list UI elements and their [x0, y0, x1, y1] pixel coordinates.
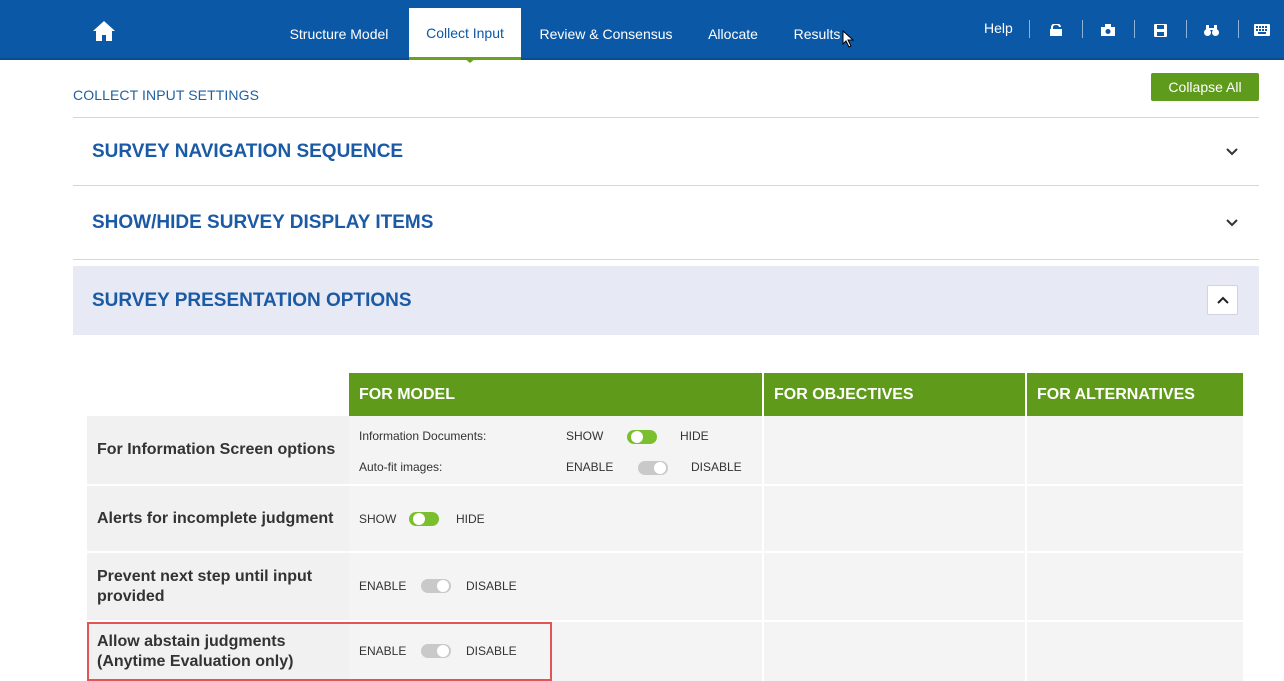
auto-fit-images-toggle[interactable]	[638, 461, 668, 475]
column-header-for-objectives: FOR OBJECTIVES	[764, 373, 1025, 416]
option-name: Information Documents:	[359, 429, 487, 443]
section-survey-navigation-sequence[interactable]: SURVEY NAVIGATION SEQUENCE	[73, 117, 1259, 185]
chevron-down-icon[interactable]	[1225, 145, 1239, 159]
tab-structure-model[interactable]: Structure Model	[278, 8, 400, 60]
active-tab-indicator	[464, 58, 476, 63]
table-cell	[1027, 486, 1243, 551]
toggle-right-label: HIDE	[456, 512, 485, 526]
column-header-for-alternatives: FOR ALTERNATIVES	[1027, 373, 1243, 416]
table-cell	[764, 416, 1025, 484]
mouse-cursor-icon	[842, 30, 855, 48]
toggle-left-label: ENABLE	[359, 644, 407, 658]
allow-abstain-toggle[interactable]	[421, 644, 451, 658]
section-survey-presentation-options[interactable]: SURVEY PRESENTATION OPTIONS	[73, 266, 1259, 335]
information-documents-toggle[interactable]	[627, 430, 657, 444]
section-show-hide-survey-display-items[interactable]: SHOW/HIDE SURVEY DISPLAY ITEMS	[73, 185, 1259, 259]
binoculars-icon[interactable]	[1201, 20, 1221, 40]
tab-allocate[interactable]: Allocate	[697, 8, 769, 60]
section-title: SURVEY PRESENTATION OPTIONS	[92, 289, 412, 311]
section-title: SURVEY NAVIGATION SEQUENCE	[92, 140, 404, 162]
unlock-icon[interactable]	[1046, 20, 1066, 40]
row-label-alerts-incomplete: Alerts for incomplete judgment	[87, 486, 349, 551]
toggle-right-label: DISABLE	[466, 644, 517, 658]
table-cell	[349, 622, 762, 681]
toggle-right-label: DISABLE	[691, 460, 742, 474]
collapse-all-button[interactable]: Collapse All	[1151, 73, 1259, 101]
toolbar-separator	[1186, 20, 1187, 38]
chevron-up-icon[interactable]	[1207, 285, 1238, 315]
tab-collect-input[interactable]: Collect Input	[409, 8, 521, 60]
keyboard-icon[interactable]	[1252, 20, 1272, 40]
section-title: SHOW/HIDE SURVEY DISPLAY ITEMS	[92, 211, 434, 233]
table-cell	[1027, 416, 1243, 484]
help-link[interactable]: Help	[984, 20, 1013, 36]
divider	[73, 259, 1259, 260]
toggle-left-label: SHOW	[359, 512, 397, 526]
table-cell	[349, 553, 762, 620]
toggle-right-label: DISABLE	[466, 579, 517, 593]
toolbar-separator	[1029, 20, 1030, 38]
save-icon[interactable]	[1150, 20, 1170, 40]
table-cell	[1027, 553, 1243, 620]
toggle-left-label: SHOW	[566, 429, 604, 443]
toolbar-separator	[1082, 20, 1083, 38]
table-cell	[764, 622, 1025, 681]
toggle-left-label: ENABLE	[566, 460, 614, 474]
toolbar-separator	[1134, 20, 1135, 38]
alerts-toggle[interactable]	[409, 512, 439, 526]
tab-results[interactable]: Results	[784, 8, 850, 60]
row-label-information-screen: For Information Screen options	[87, 416, 349, 484]
toggle-left-label: ENABLE	[359, 579, 407, 593]
tab-review-consensus[interactable]: Review & Consensus	[530, 8, 682, 60]
top-navigation-bar: Structure Model Collect Input Review & C…	[0, 0, 1284, 60]
column-header-for-model: FOR MODEL	[349, 373, 762, 416]
prevent-next-step-toggle[interactable]	[421, 579, 451, 593]
option-name: Auto-fit images:	[359, 460, 443, 474]
row-label-prevent-next-step: Prevent next step until input provided	[87, 553, 349, 620]
row-label-allow-abstain: Allow abstain judgments (Anytime Evaluat…	[87, 622, 349, 681]
home-icon[interactable]	[86, 14, 122, 48]
table-cell	[764, 553, 1025, 620]
chevron-down-icon[interactable]	[1225, 216, 1239, 230]
page-title: COLLECT INPUT SETTINGS	[73, 87, 260, 103]
toolbar-separator	[1238, 20, 1239, 38]
toggle-right-label: HIDE	[680, 429, 709, 443]
table-cell	[1027, 622, 1243, 681]
table-cell	[764, 486, 1025, 551]
camera-icon[interactable]	[1098, 20, 1118, 40]
